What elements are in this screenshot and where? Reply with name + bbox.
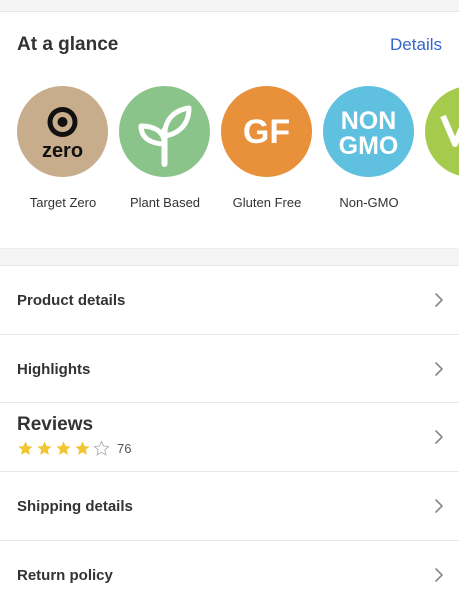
row-label: Shipping details	[17, 498, 133, 515]
row-label: Product details	[17, 292, 126, 309]
reviews-row[interactable]: Reviews 76	[0, 403, 459, 472]
badge-vegan[interactable]: V	[425, 86, 459, 177]
chevron-right-icon	[435, 499, 443, 513]
badge-label: Non-GMO	[339, 195, 399, 210]
shipping-details-row[interactable]: Shipping details	[0, 472, 459, 541]
chevron-right-icon	[435, 430, 443, 444]
star-empty-icon	[93, 440, 110, 456]
badge-text-non: NON	[341, 107, 397, 135]
sprout-icon	[119, 86, 210, 177]
product-details-row[interactable]: Product details	[0, 266, 459, 335]
badge-non-gmo[interactable]: NON GMO Non-GMO	[323, 86, 415, 210]
star-filled-icon	[75, 441, 90, 455]
badge-carousel[interactable]: zero Target Zero Plant Based GF Gluten F…	[17, 86, 459, 216]
badge-text-zero: zero	[42, 140, 83, 162]
badge-label: Plant Based	[129, 195, 201, 210]
star-filled-icon	[37, 441, 52, 455]
badge-label: Target Zero	[29, 195, 97, 210]
chevron-right-icon	[435, 568, 443, 582]
details-link[interactable]: Details	[390, 35, 442, 55]
section-title: At a glance	[17, 34, 119, 55]
star-filled-icon	[18, 441, 33, 455]
top-separator	[0, 0, 459, 12]
return-policy-row[interactable]: Return policy	[0, 541, 459, 608]
badge-gluten-free[interactable]: GF Gluten Free	[221, 86, 313, 210]
row-label: Highlights	[17, 361, 91, 378]
badge-target-zero[interactable]: zero Target Zero	[17, 86, 109, 210]
badge-label: V	[415, 195, 459, 210]
badge-label: Gluten Free	[232, 195, 302, 210]
at-a-glance-header: At a glance Details	[17, 34, 442, 60]
chevron-right-icon	[435, 362, 443, 376]
non-gmo-icon: NON GMO	[323, 86, 414, 177]
badge-text-gf: GF	[243, 113, 290, 151]
vegan-icon	[425, 86, 459, 177]
chevron-right-icon	[435, 293, 443, 307]
section-separator	[0, 248, 459, 266]
target-zero-icon: zero	[17, 86, 108, 177]
review-count: 76	[117, 441, 132, 456]
row-label: Return policy	[17, 567, 113, 584]
star-rating: 76	[17, 440, 131, 457]
reviews-title: Reviews	[17, 414, 94, 435]
badge-text-gmo: GMO	[339, 132, 399, 160]
star-filled-icon	[56, 441, 71, 455]
badge-plant-based[interactable]: Plant Based	[119, 86, 211, 210]
gluten-free-icon: GF	[221, 86, 312, 177]
highlights-row[interactable]: Highlights	[0, 335, 459, 403]
